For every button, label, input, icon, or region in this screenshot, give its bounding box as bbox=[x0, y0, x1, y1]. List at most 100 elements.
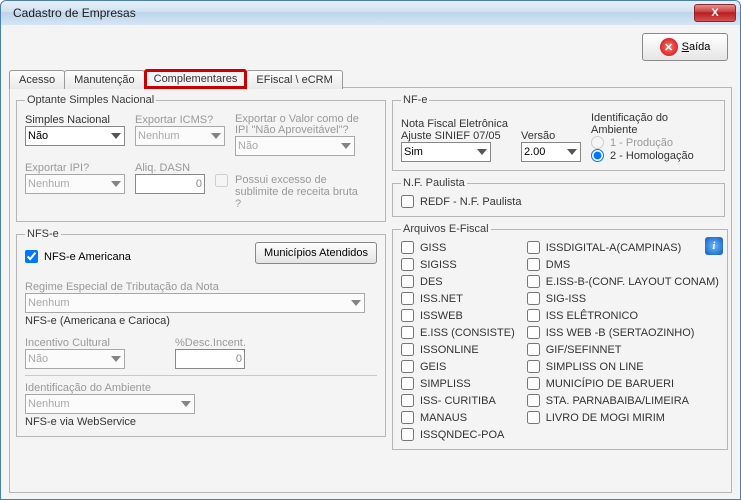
label-simples: Simples Nacional bbox=[25, 114, 125, 126]
efiscal-item[interactable]: GISS bbox=[401, 241, 515, 254]
efiscal-check[interactable] bbox=[401, 394, 414, 407]
info-icon[interactable]: i bbox=[705, 237, 723, 255]
efiscal-check[interactable] bbox=[401, 411, 414, 424]
label-nota: Nota Fiscal Eletrônica bbox=[401, 118, 511, 130]
efiscal-item[interactable]: DMS bbox=[527, 258, 719, 271]
efiscal-check[interactable] bbox=[401, 343, 414, 356]
label-via-ws: NFS-e via WebService bbox=[25, 416, 377, 428]
efiscal-label: SIMPLISS ON LINE bbox=[546, 361, 644, 373]
tab-efiscal[interactable]: EFiscal \ eCRM bbox=[246, 70, 342, 89]
efiscal-item[interactable]: E.ISS (CONSISTE) bbox=[401, 326, 515, 339]
close-icon: X bbox=[711, 7, 718, 19]
radio-homolog[interactable] bbox=[591, 149, 604, 162]
titlebar: Cadastro de Empresas X bbox=[1, 1, 740, 25]
error-circle-icon: ✕ bbox=[660, 38, 678, 56]
exit-button[interactable]: ✕ Saída bbox=[642, 33, 728, 61]
efiscal-item[interactable]: ISSWEB bbox=[401, 309, 515, 322]
efiscal-label: ISSDIGITAL-A(CAMPINAS) bbox=[546, 242, 681, 254]
efiscal-label: DMS bbox=[546, 259, 570, 271]
efiscal-label: ISSQNDEC-POA bbox=[420, 429, 504, 441]
municipios-button[interactable]: Municípios Atendidos bbox=[255, 242, 377, 264]
label-exp-ipi: Exportar IPI? bbox=[25, 162, 125, 174]
efiscal-item[interactable]: LIVRO DE MOGI MIRIM bbox=[527, 411, 719, 424]
label-americana: NFS-e Americana bbox=[44, 251, 131, 263]
efiscal-check[interactable] bbox=[527, 377, 540, 390]
radio-homolog-wrap[interactable]: 2 - Homologação bbox=[591, 149, 716, 162]
efiscal-label: MANAUS bbox=[420, 412, 467, 424]
efiscal-item[interactable]: ISS.NET bbox=[401, 292, 515, 305]
efiscal-item[interactable]: SIMPLISS ON LINE bbox=[527, 360, 719, 373]
efiscal-check[interactable] bbox=[401, 326, 414, 339]
check-excesso bbox=[215, 174, 228, 187]
efiscal-item[interactable]: SIG-ISS bbox=[527, 292, 719, 305]
label-ambiente-nfse: Identificação do Ambiente bbox=[25, 382, 377, 394]
app-window: Cadastro de Empresas X ✕ Saída Acesso Ma… bbox=[0, 0, 741, 500]
efiscal-item[interactable]: DES bbox=[401, 275, 515, 288]
tab-acesso[interactable]: Acesso bbox=[9, 70, 65, 89]
label-exp-icms: Exportar ICMS? bbox=[135, 114, 225, 126]
select-ambiente-nfse: Nenhum bbox=[25, 394, 195, 414]
efiscal-check[interactable] bbox=[401, 360, 414, 373]
efiscal-item[interactable]: MUNICÍPIO DE BARUERI bbox=[527, 377, 719, 390]
close-button[interactable]: X bbox=[694, 4, 736, 22]
efiscal-check[interactable] bbox=[527, 258, 540, 271]
efiscal-check[interactable] bbox=[401, 258, 414, 271]
efiscal-check[interactable] bbox=[401, 377, 414, 390]
efiscal-item[interactable]: ISSONLINE bbox=[401, 343, 515, 356]
input-aliq bbox=[135, 174, 205, 194]
efiscal-item[interactable]: ISS WEB -B (SERTAOZINHO) bbox=[527, 326, 719, 339]
check-americana[interactable] bbox=[25, 250, 38, 263]
tab-manutencao[interactable]: Manutenção bbox=[64, 70, 145, 89]
select-exp-icms: Nenhum bbox=[135, 126, 225, 146]
efiscal-check[interactable] bbox=[401, 241, 414, 254]
efiscal-col-left: GISS SIGISS DES ISS.NET ISSWEB E.ISS (CONSIST… bbox=[401, 241, 515, 441]
select-ajuste[interactable]: Sim bbox=[401, 142, 491, 162]
efiscal-check[interactable] bbox=[527, 275, 540, 288]
select-exp-ipi: Nenhum bbox=[25, 174, 125, 194]
efiscal-item[interactable]: ISSQNDEC-POA bbox=[401, 428, 515, 441]
check-redf-wrap[interactable]: REDF - N.F. Paulista bbox=[401, 195, 716, 208]
efiscal-item[interactable]: E.ISS-B-(CONF. LAYOUT CONAM) bbox=[527, 275, 719, 288]
efiscal-check[interactable] bbox=[527, 292, 540, 305]
efiscal-item[interactable]: STA. PARNABAIBA/LIMEIRA bbox=[527, 394, 719, 407]
efiscal-item[interactable]: MANAUS bbox=[401, 411, 515, 424]
select-versao[interactable]: 2.00 bbox=[521, 142, 581, 162]
exit-label: aída bbox=[689, 41, 710, 53]
group-optante: Optante Simples Nacional Simples Naciona… bbox=[16, 94, 386, 222]
efiscal-check[interactable] bbox=[527, 241, 540, 254]
efiscal-item[interactable]: GEIS bbox=[401, 360, 515, 373]
efiscal-check[interactable] bbox=[401, 292, 414, 305]
legend-efiscal: Arquivos E-Fiscal bbox=[401, 223, 491, 235]
check-redf[interactable] bbox=[401, 195, 414, 208]
select-incentivo: Não bbox=[25, 349, 125, 369]
efiscal-item[interactable]: GIF/SEFINNET bbox=[527, 343, 719, 356]
efiscal-item[interactable]: ISSDIGITAL-A(CAMPINAS) bbox=[527, 241, 719, 254]
tab-complementares[interactable]: Complementares bbox=[144, 69, 248, 89]
efiscal-label: GEIS bbox=[420, 361, 446, 373]
left-column: Optante Simples Nacional Simples Naciona… bbox=[16, 94, 386, 437]
efiscal-check[interactable] bbox=[401, 309, 414, 322]
efiscal-item[interactable]: SIMPLISS bbox=[401, 377, 515, 390]
efiscal-check[interactable] bbox=[527, 411, 540, 424]
efiscal-col-right: ISSDIGITAL-A(CAMPINAS) DMS E.ISS-B-(CONF. … bbox=[527, 241, 719, 441]
efiscal-check[interactable] bbox=[401, 275, 414, 288]
efiscal-label: E.ISS (CONSISTE) bbox=[420, 327, 515, 339]
efiscal-label: ISSONLINE bbox=[420, 344, 479, 356]
efiscal-check[interactable] bbox=[527, 360, 540, 373]
efiscal-label: SIGISS bbox=[420, 259, 457, 271]
efiscal-check[interactable] bbox=[527, 343, 540, 356]
efiscal-check[interactable] bbox=[527, 394, 540, 407]
efiscal-check[interactable] bbox=[401, 428, 414, 441]
efiscal-label: DES bbox=[420, 276, 443, 288]
efiscal-item[interactable]: SIGISS bbox=[401, 258, 515, 271]
label-regime: Regime Especial de Tributação da Nota bbox=[25, 281, 377, 293]
label-incentivo: Incentivo Cultural bbox=[25, 337, 125, 349]
select-simples[interactable]: Não bbox=[25, 126, 125, 146]
efiscal-label: ISS- CURITIBA bbox=[420, 395, 496, 407]
efiscal-item[interactable]: ISS ELÊTRONICO bbox=[527, 309, 719, 322]
efiscal-item[interactable]: ISS- CURITIBA bbox=[401, 394, 515, 407]
efiscal-label: ISS WEB -B (SERTAOZINHO) bbox=[546, 327, 695, 339]
efiscal-check[interactable] bbox=[527, 326, 540, 339]
efiscal-check[interactable] bbox=[527, 309, 540, 322]
label-versao: Versão bbox=[521, 130, 581, 142]
